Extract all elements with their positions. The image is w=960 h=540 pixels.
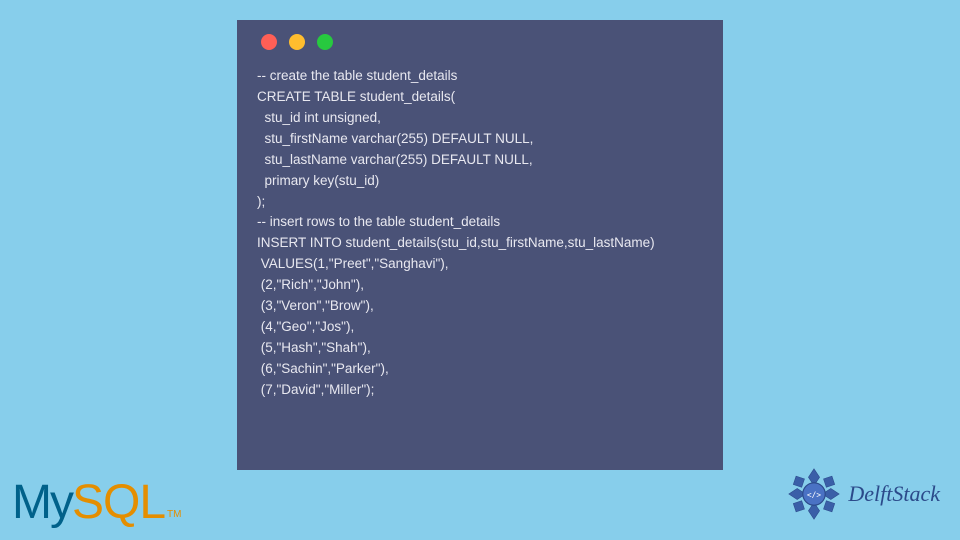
- close-icon: [261, 34, 277, 50]
- mysql-sql-text: SQL: [72, 475, 165, 530]
- svg-text:</>: </>: [807, 490, 821, 499]
- mysql-tm-text: TM: [167, 509, 181, 520]
- delftstack-logo: </> DelftStack: [786, 466, 940, 522]
- code-window: -- create the table student_details CREA…: [237, 20, 723, 470]
- minimize-icon: [289, 34, 305, 50]
- code-block: -- create the table student_details CREA…: [257, 66, 703, 401]
- maximize-icon: [317, 34, 333, 50]
- mysql-my-text: My: [12, 475, 72, 530]
- mysql-logo: My SQL TM: [12, 475, 181, 530]
- delftstack-text: DelftStack: [848, 481, 940, 507]
- delftstack-icon: </>: [786, 466, 842, 522]
- traffic-lights: [257, 34, 703, 50]
